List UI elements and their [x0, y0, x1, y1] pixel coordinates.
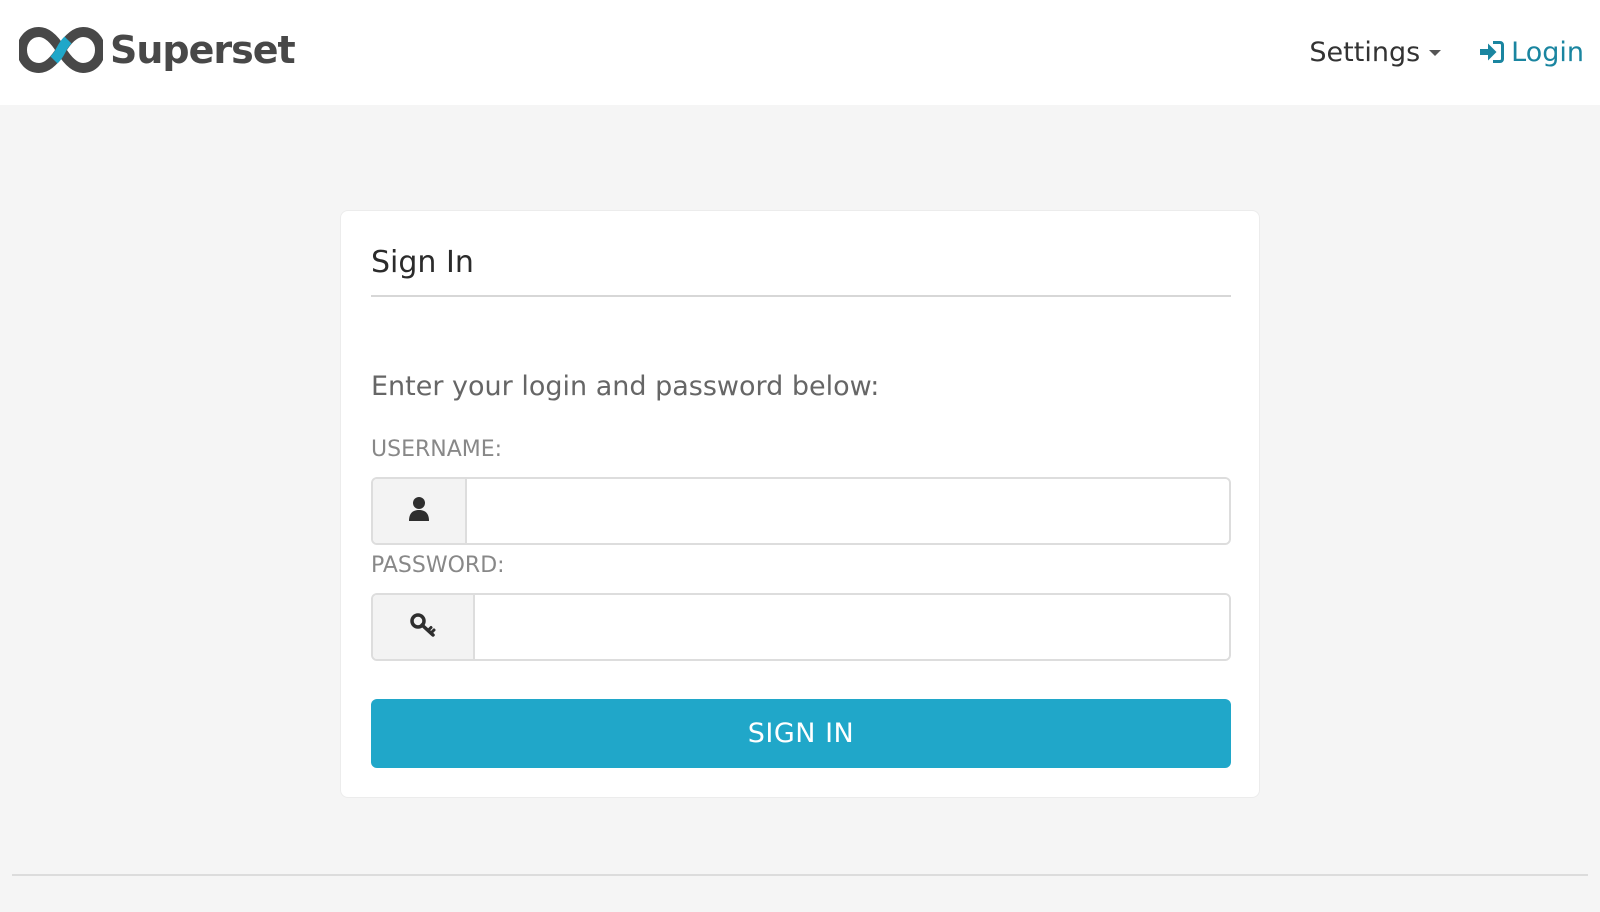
title-divider: [371, 295, 1231, 297]
username-input[interactable]: [467, 479, 1229, 543]
sign-in-icon: [1479, 40, 1511, 64]
top-navbar: Superset Settings Login: [0, 0, 1600, 105]
login-link[interactable]: Login: [1479, 37, 1584, 68]
login-instructions: Enter your login and password below:: [371, 371, 880, 402]
settings-menu[interactable]: Settings: [1309, 36, 1442, 68]
brand-name: Superset: [110, 28, 296, 72]
password-addon: [373, 595, 475, 659]
password-label: PASSWORD:: [371, 553, 505, 578]
footer-divider: [12, 874, 1588, 876]
password-input[interactable]: [475, 595, 1229, 659]
username-input-group: [371, 477, 1231, 545]
caret-down-icon: [1429, 50, 1442, 56]
navbar-right: Settings Login: [1309, 30, 1584, 74]
brand[interactable]: Superset: [19, 26, 296, 74]
panel-title: Sign In: [371, 245, 474, 280]
key-icon: [409, 612, 437, 642]
settings-label: Settings: [1309, 36, 1421, 68]
sign-in-button[interactable]: SIGN IN: [371, 699, 1231, 768]
login-panel: Sign In Enter your login and password be…: [340, 210, 1260, 798]
username-label: USERNAME:: [371, 437, 503, 462]
login-label: Login: [1511, 36, 1584, 68]
superset-logo-icon: [19, 27, 103, 73]
password-input-group: [371, 593, 1231, 661]
user-icon: [408, 496, 430, 526]
username-addon: [373, 479, 467, 543]
